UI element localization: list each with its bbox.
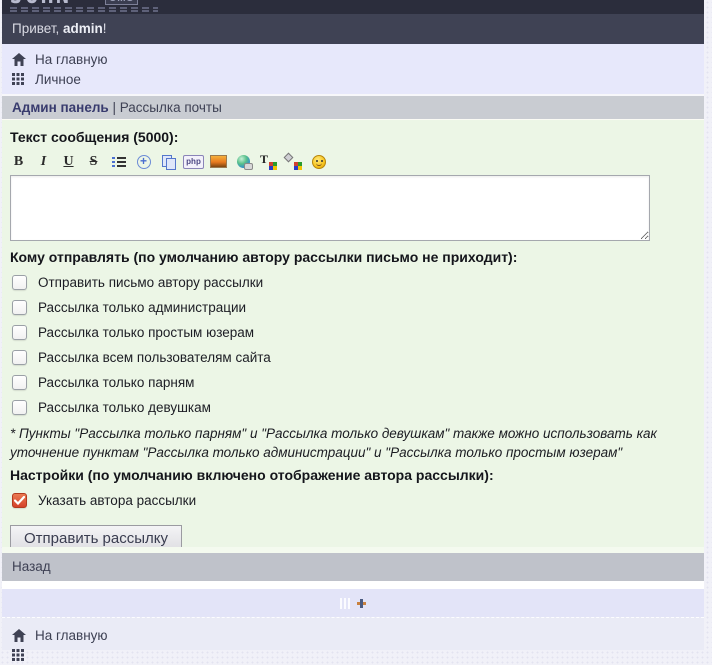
copy-button[interactable] [160, 153, 177, 170]
settings-label: Настройки (по умолчанию включено отображ… [10, 467, 696, 483]
list-button[interactable] [110, 153, 127, 170]
mailing-form: Текст сообщения (5000): B I U S + php T … [2, 120, 704, 547]
color-palette-icon [294, 162, 302, 170]
drag-bars-icon [340, 598, 350, 609]
checkbox-row-send-to-author[interactable]: Отправить письмо автору рассылки [12, 274, 694, 290]
footnote: * Пункты "Рассылка только парням" и "Рас… [10, 424, 686, 462]
username: admin [63, 21, 103, 36]
nav-item-label: На главную [35, 52, 108, 67]
home-icon [12, 53, 26, 66]
send-mailing-button[interactable]: Отправить рассылку [10, 525, 182, 547]
breadcrumb: Админ панель | Рассылка почты [2, 94, 704, 120]
nav-item-personal[interactable]: Личное [2, 69, 704, 89]
logo-suffix-badge: CMS [105, 0, 138, 5]
grid-icon [12, 649, 26, 661]
insert-image-button[interactable] [210, 153, 227, 170]
spoiler-button[interactable]: + [135, 153, 152, 170]
footer-nav: На главную [2, 617, 704, 650]
checkbox-checked[interactable] [12, 493, 27, 508]
editor-toolbar: B I U S + php T [10, 152, 696, 171]
fill-color-icon [284, 153, 294, 163]
checkbox-unchecked[interactable] [12, 375, 27, 390]
checkbox-row-all-users[interactable]: Рассылка всем пользователям сайта [12, 349, 694, 365]
breadcrumb-separator: | [109, 100, 120, 115]
php-icon: php [183, 155, 204, 169]
checkbox-row-females-only[interactable]: Рассылка только девушкам [12, 399, 694, 415]
breadcrumb-current: Рассылка почты [120, 100, 222, 115]
plus-circle-icon: + [137, 155, 151, 169]
php-code-button[interactable]: php [185, 153, 202, 170]
text-color-icon: T [260, 152, 268, 167]
copy-icon [162, 155, 176, 169]
checkbox-unchecked[interactable] [12, 400, 27, 415]
strikethrough-button[interactable]: S [85, 153, 102, 170]
globe-link-icon [237, 155, 250, 168]
greeting-suffix: ! [103, 21, 107, 36]
checkbox-row-regular-users-only[interactable]: Рассылка только простым юзерам [12, 324, 694, 340]
greeting-bar: Привет, admin! [2, 14, 704, 44]
logo-dashes-icon [10, 10, 158, 12]
color-palette-icon [269, 162, 277, 170]
checkmark-icon [14, 496, 25, 505]
home-icon [12, 629, 26, 642]
page: JOHN CMS Привет, admin! На главную [2, 0, 704, 650]
image-icon [210, 155, 227, 168]
bold-button[interactable]: B [10, 153, 27, 170]
collapsed-panel-toggle[interactable] [2, 589, 704, 617]
smiley-icon [312, 155, 326, 169]
expand-plus-icon [357, 599, 366, 608]
footer-item-partial[interactable] [2, 645, 704, 665]
back-link[interactable]: Назад [2, 553, 704, 581]
checkbox-row-show-author[interactable]: Указать автора рассылки [12, 492, 694, 508]
fill-color-button[interactable] [285, 153, 302, 170]
recipients-label: Кому отправлять (по умолчанию автору рас… [10, 249, 696, 265]
top-nav: На главную Личное [2, 44, 704, 94]
checkbox-row-males-only[interactable]: Рассылка только парням [12, 374, 694, 390]
logo-dashes-icon [10, 7, 158, 9]
breadcrumb-link-admin-panel[interactable]: Админ панель [12, 100, 109, 115]
logo-bar[interactable]: JOHN CMS [2, 0, 704, 14]
checkbox-unchecked[interactable] [12, 325, 27, 340]
nav-item-label: Личное [35, 72, 81, 87]
grid-icon [12, 73, 26, 85]
divider-strip [2, 581, 704, 589]
footer-item-label: На главную [35, 628, 108, 643]
insert-link-button[interactable] [235, 153, 252, 170]
underline-button[interactable]: U [60, 153, 77, 170]
checkbox-unchecked[interactable] [12, 300, 27, 315]
list-icon [112, 156, 126, 168]
message-textarea[interactable] [10, 175, 650, 241]
text-color-button[interactable]: T [260, 153, 277, 170]
checkbox-unchecked[interactable] [12, 350, 27, 365]
greeting-prefix: Привет, [12, 21, 63, 36]
nav-item-home[interactable]: На главную [2, 49, 704, 69]
italic-button[interactable]: I [35, 153, 52, 170]
checkbox-row-admins-only[interactable]: Рассылка только администрации [12, 299, 694, 315]
footer-item-home[interactable]: На главную [2, 625, 704, 645]
smiley-button[interactable] [310, 153, 327, 170]
message-label: Текст сообщения (5000): [10, 129, 696, 145]
checkbox-unchecked[interactable] [12, 275, 27, 290]
